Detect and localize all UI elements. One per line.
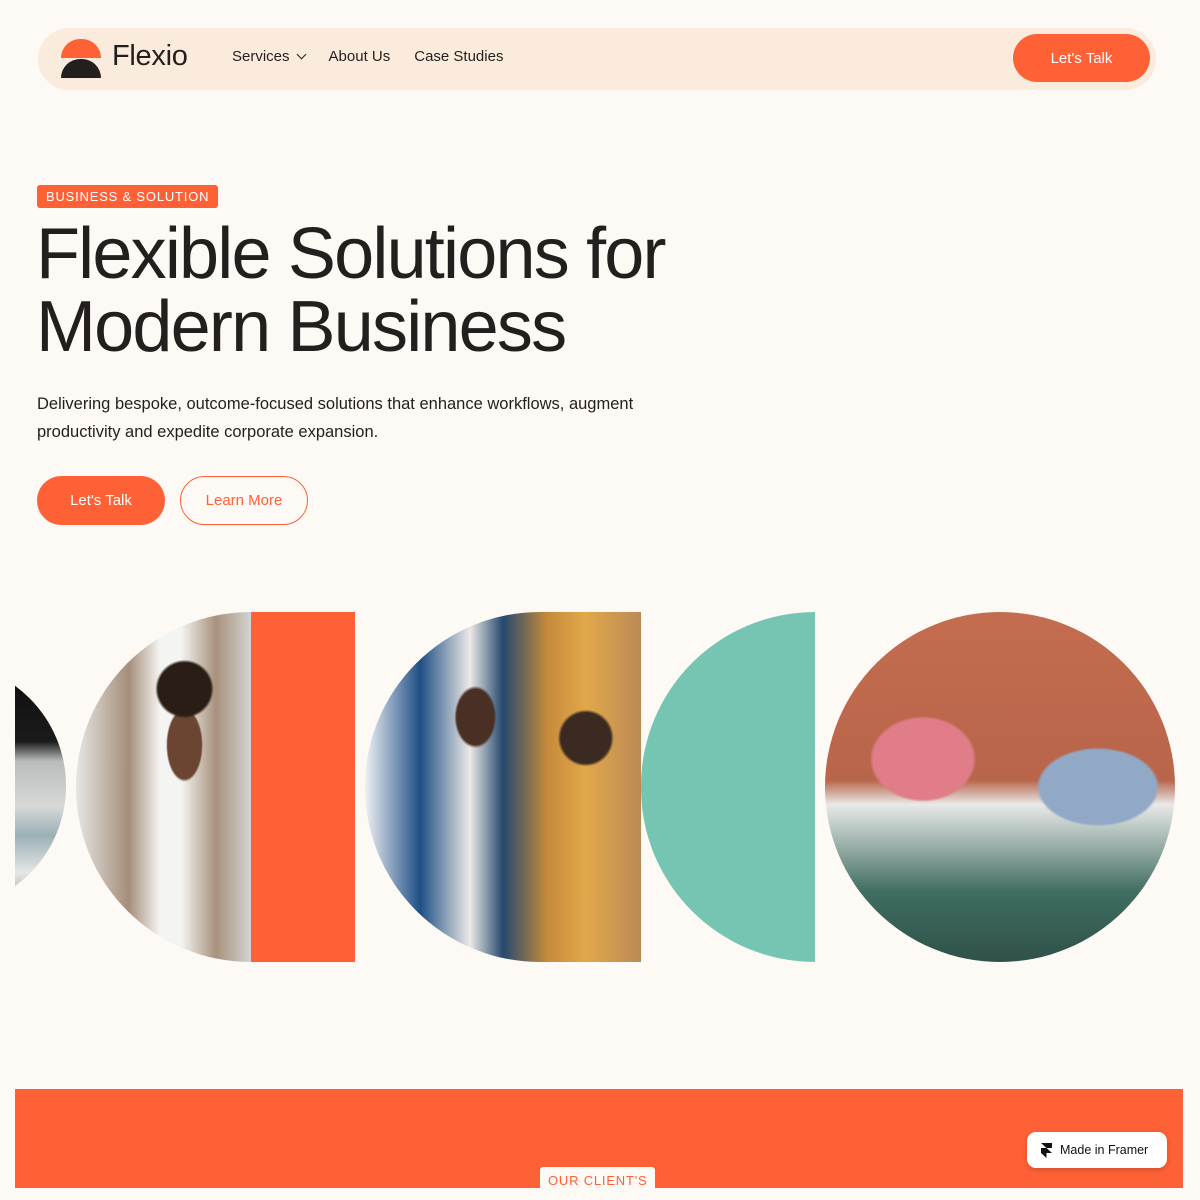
orange-block xyxy=(251,612,355,962)
nav-link-services-label: Services xyxy=(232,48,290,65)
hero-subtitle: Delivering bespoke, outcome-focused solu… xyxy=(37,395,634,441)
made-in-framer-badge[interactable]: Made in Framer xyxy=(1027,1132,1167,1168)
top-navigation: Flexio Services About Us Case Studies Le… xyxy=(38,28,1156,90)
headline-line-2: Modern Business xyxy=(36,287,567,367)
lets-talk-button[interactable]: Let's Talk xyxy=(37,476,165,525)
teal-half-circle xyxy=(641,612,815,962)
photo-two-people-by-window xyxy=(825,612,1175,962)
framer-logo-icon xyxy=(1041,1142,1052,1158)
nav-link-services[interactable]: Services xyxy=(232,48,306,65)
image-gallery xyxy=(15,612,1185,962)
hero-badge: BUSINESS & SOLUTION xyxy=(37,185,219,208)
logo-top-half xyxy=(61,39,101,58)
learn-more-button[interactable]: Learn More xyxy=(180,476,308,525)
photo-man-with-tablet xyxy=(76,612,251,962)
photo-colleagues-talking xyxy=(365,612,641,962)
flexio-logo-icon[interactable] xyxy=(61,39,101,79)
photo-office-partial xyxy=(15,662,66,910)
chevron-down-icon xyxy=(296,49,306,60)
made-in-framer-label: Made in Framer xyxy=(1060,1143,1149,1157)
page-bottom-edge xyxy=(0,1188,1200,1200)
brand-name[interactable]: Flexio xyxy=(112,40,188,73)
headline-line-1: Flexible Solutions for xyxy=(36,214,667,294)
nav-link-case-studies[interactable]: Case Studies xyxy=(414,48,503,65)
nav-links: Services About Us Case Studies xyxy=(232,48,503,65)
hero-headline: Flexible Solutions for Modern Business xyxy=(36,218,836,364)
nav-lets-talk-button[interactable]: Let's Talk xyxy=(1013,34,1150,82)
nav-link-about-us[interactable]: About Us xyxy=(329,48,391,65)
logo-bottom-half xyxy=(61,59,101,78)
